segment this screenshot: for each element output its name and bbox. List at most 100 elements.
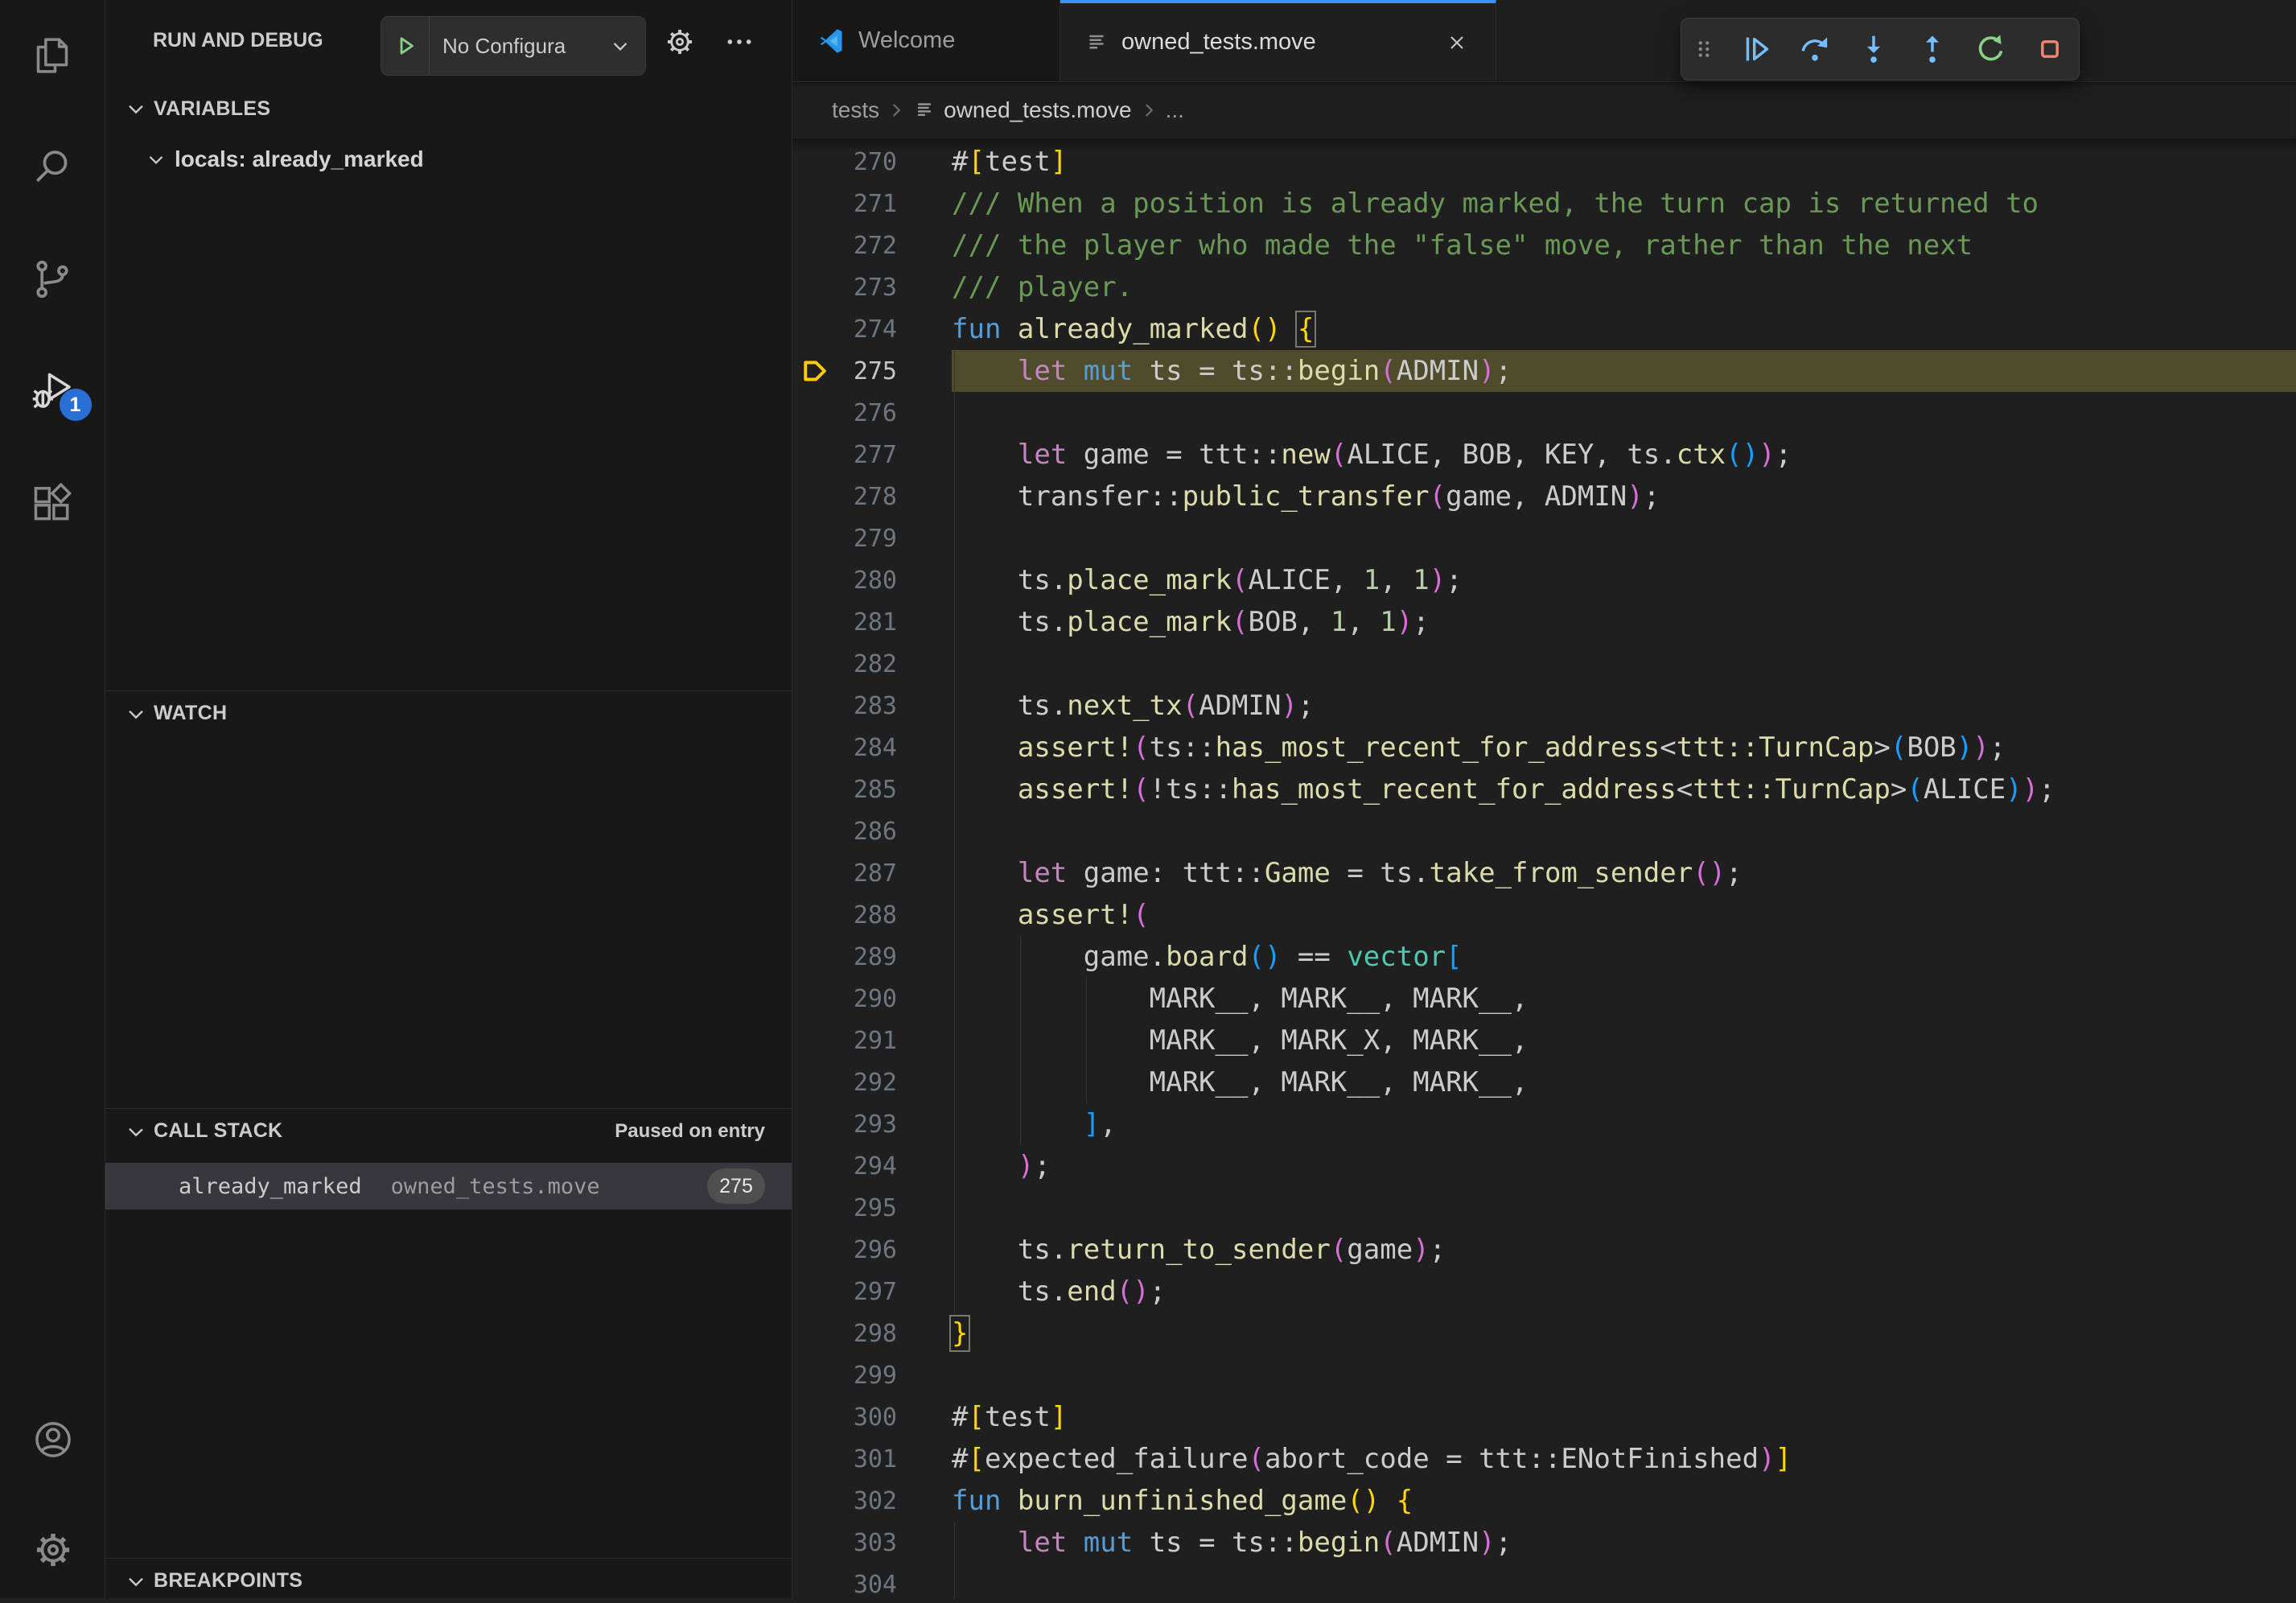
sidebar-title-row: RUN AND DEBUG No Configura [105,0,792,80]
chevron-right-icon [1138,100,1159,121]
code-line[interactable]: 291 MARK__, MARK_X, MARK__, [792,1020,2296,1061]
more-actions-icon[interactable] [718,21,760,63]
indent-guide [954,643,955,685]
code-line[interactable]: 282 [792,643,2296,685]
frame-line-badge: 275 [707,1168,765,1204]
code-line[interactable]: 279 [792,517,2296,559]
code-line[interactable]: 275 let mut ts = ts::begin(ADMIN); [792,350,2296,392]
code-line[interactable]: 292 MARK__, MARK__, MARK__, [792,1061,2296,1103]
variables-section-header[interactable]: VARIABLES [105,86,792,131]
current-line-marker-icon[interactable] [792,356,839,385]
frame-function-name: already_marked [179,1174,362,1199]
code-text: /// When a position is already marked, t… [952,187,2039,220]
locals-tree-item[interactable]: locals: already_marked [105,138,792,180]
debug-restart-button[interactable] [1961,19,2020,80]
code-line[interactable]: 302fun burn_unfinished_game() { [792,1480,2296,1522]
code-line[interactable]: 278 transfer::public_transfer(game, ADMI… [792,476,2296,517]
run-configuration-control[interactable]: No Configura [381,16,646,76]
watch-section-header[interactable]: WATCH [105,690,792,736]
code-line[interactable]: 286 [792,810,2296,852]
debug-step-out-button[interactable] [1903,19,1961,80]
tab-owned-tests[interactable]: owned_tests.move [1060,0,1496,81]
line-number: 297 [839,1278,897,1306]
code-editor[interactable]: 270#[test] 271 /// When a position is alre… [792,138,2296,1598]
account-icon[interactable] [0,1416,105,1463]
chevron-down-icon[interactable] [608,34,645,58]
code-line[interactable]: 298} [792,1312,2296,1354]
code-line[interactable]: 290 MARK__, MARK__, MARK__, [792,978,2296,1020]
settings-gear-icon[interactable] [0,1527,105,1573]
config-dropdown-label[interactable]: No Configura [430,34,608,59]
code-text: fun already_marked() { [952,313,1314,345]
debug-step-over-button[interactable] [1785,19,1844,80]
code-line[interactable]: 277 let game = ttt::new(ALICE, BOB, KEY,… [792,434,2296,476]
line-number: 277 [839,441,897,469]
line-number: 271 [839,190,897,218]
code-line[interactable]: 297 ts.end(); [792,1271,2296,1312]
breadcrumb-symbol[interactable]: ... [1166,97,1184,123]
indent-guide [954,1564,955,1598]
run-and-debug-icon[interactable]: 1 [0,368,105,414]
code-line[interactable]: 289 game.board() == vector[ [792,936,2296,978]
drag-handle-icon[interactable] [1681,19,1726,80]
code-line[interactable]: 296 ts.return_to_sender(game); [792,1229,2296,1271]
code-line[interactable]: 284 assert!(ts::has_most_recent_for_addr… [792,727,2296,769]
code-line[interactable]: 295 [792,1187,2296,1229]
debug-stop-button[interactable] [2020,19,2079,80]
code-line[interactable]: 294 ); [792,1145,2296,1187]
code-line[interactable]: 304 [792,1564,2296,1598]
code-line[interactable]: 293 ], [792,1103,2296,1145]
line-number: 278 [839,483,897,511]
code-text: MARK__, MARK_X, MARK__, [952,1024,1528,1057]
code-text: let mut ts = ts::begin(ADMIN); [952,1527,1512,1559]
debug-continue-button[interactable] [1726,19,1785,80]
line-number: 301 [839,1445,897,1473]
code-line[interactable]: 303 let mut ts = ts::begin(ADMIN); [792,1522,2296,1564]
line-number: 296 [839,1236,897,1264]
line-number: 286 [839,818,897,846]
explorer-icon[interactable] [0,32,105,79]
line-number: 285 [839,776,897,804]
breadcrumb-folder[interactable]: tests [832,97,879,123]
code-text: let mut ts = ts::begin(ADMIN); [952,355,1512,387]
code-line[interactable]: 301#[expected_failure(abort_code = ttt::… [792,1438,2296,1480]
sidebar-title: RUN AND DEBUG [153,29,323,52]
line-number: 293 [839,1111,897,1139]
code-line[interactable]: 274fun already_marked() { [792,308,2296,350]
code-line[interactable]: 273/// player. [792,266,2296,308]
code-line[interactable]: 281 ts.place_mark(BOB, 1, 1); [792,601,2296,643]
debug-step-into-button[interactable] [1844,19,1903,80]
move-file-icon [913,99,936,122]
chevron-down-icon [123,96,149,122]
tab-welcome[interactable]: Welcome [792,0,1060,81]
code-line[interactable]: 272/// the player who made the "false" m… [792,225,2296,266]
code-line[interactable]: 288 assert!( [792,894,2296,936]
code-text: ts.place_mark(ALICE, 1, 1); [952,564,1463,596]
line-number: 298 [839,1320,897,1348]
breadcrumb-file[interactable]: owned_tests.move [944,97,1131,123]
source-control-icon[interactable] [0,256,105,303]
search-icon[interactable] [0,144,105,191]
call-stack-section-header[interactable]: CALL STACK Paused on entry [105,1108,792,1153]
code-text: MARK__, MARK__, MARK__, [952,1066,1528,1098]
close-icon[interactable] [1442,28,1471,57]
extensions-icon[interactable] [0,480,105,526]
code-line[interactable]: 299 [792,1354,2296,1396]
code-line[interactable]: 287 let game: ttt::Game = ts.take_from_s… [792,852,2296,894]
code-line[interactable]: 285 assert!(!ts::has_most_recent_for_add… [792,769,2296,810]
debug-settings-gear-icon[interactable] [659,21,701,63]
line-number: 299 [839,1362,897,1390]
code-line[interactable]: 283 ts.next_tx(ADMIN); [792,685,2296,727]
line-number: 303 [839,1529,897,1557]
line-number: 300 [839,1403,897,1432]
call-stack-frame-row[interactable]: already_marked owned_tests.move 275 [105,1163,792,1209]
line-number: 284 [839,734,897,762]
code-line[interactable]: 271 /// When a position is already marked… [792,183,2296,225]
start-debug-icon[interactable] [381,17,430,75]
breakpoints-section-header[interactable]: BREAKPOINTS [105,1558,792,1603]
code-line[interactable]: 300#[test] [792,1396,2296,1438]
code-line[interactable]: 276 [792,392,2296,434]
code-line[interactable]: 270#[test] [792,141,2296,183]
line-number: 291 [839,1027,897,1055]
code-line[interactable]: 280 ts.place_mark(ALICE, 1, 1); [792,559,2296,601]
